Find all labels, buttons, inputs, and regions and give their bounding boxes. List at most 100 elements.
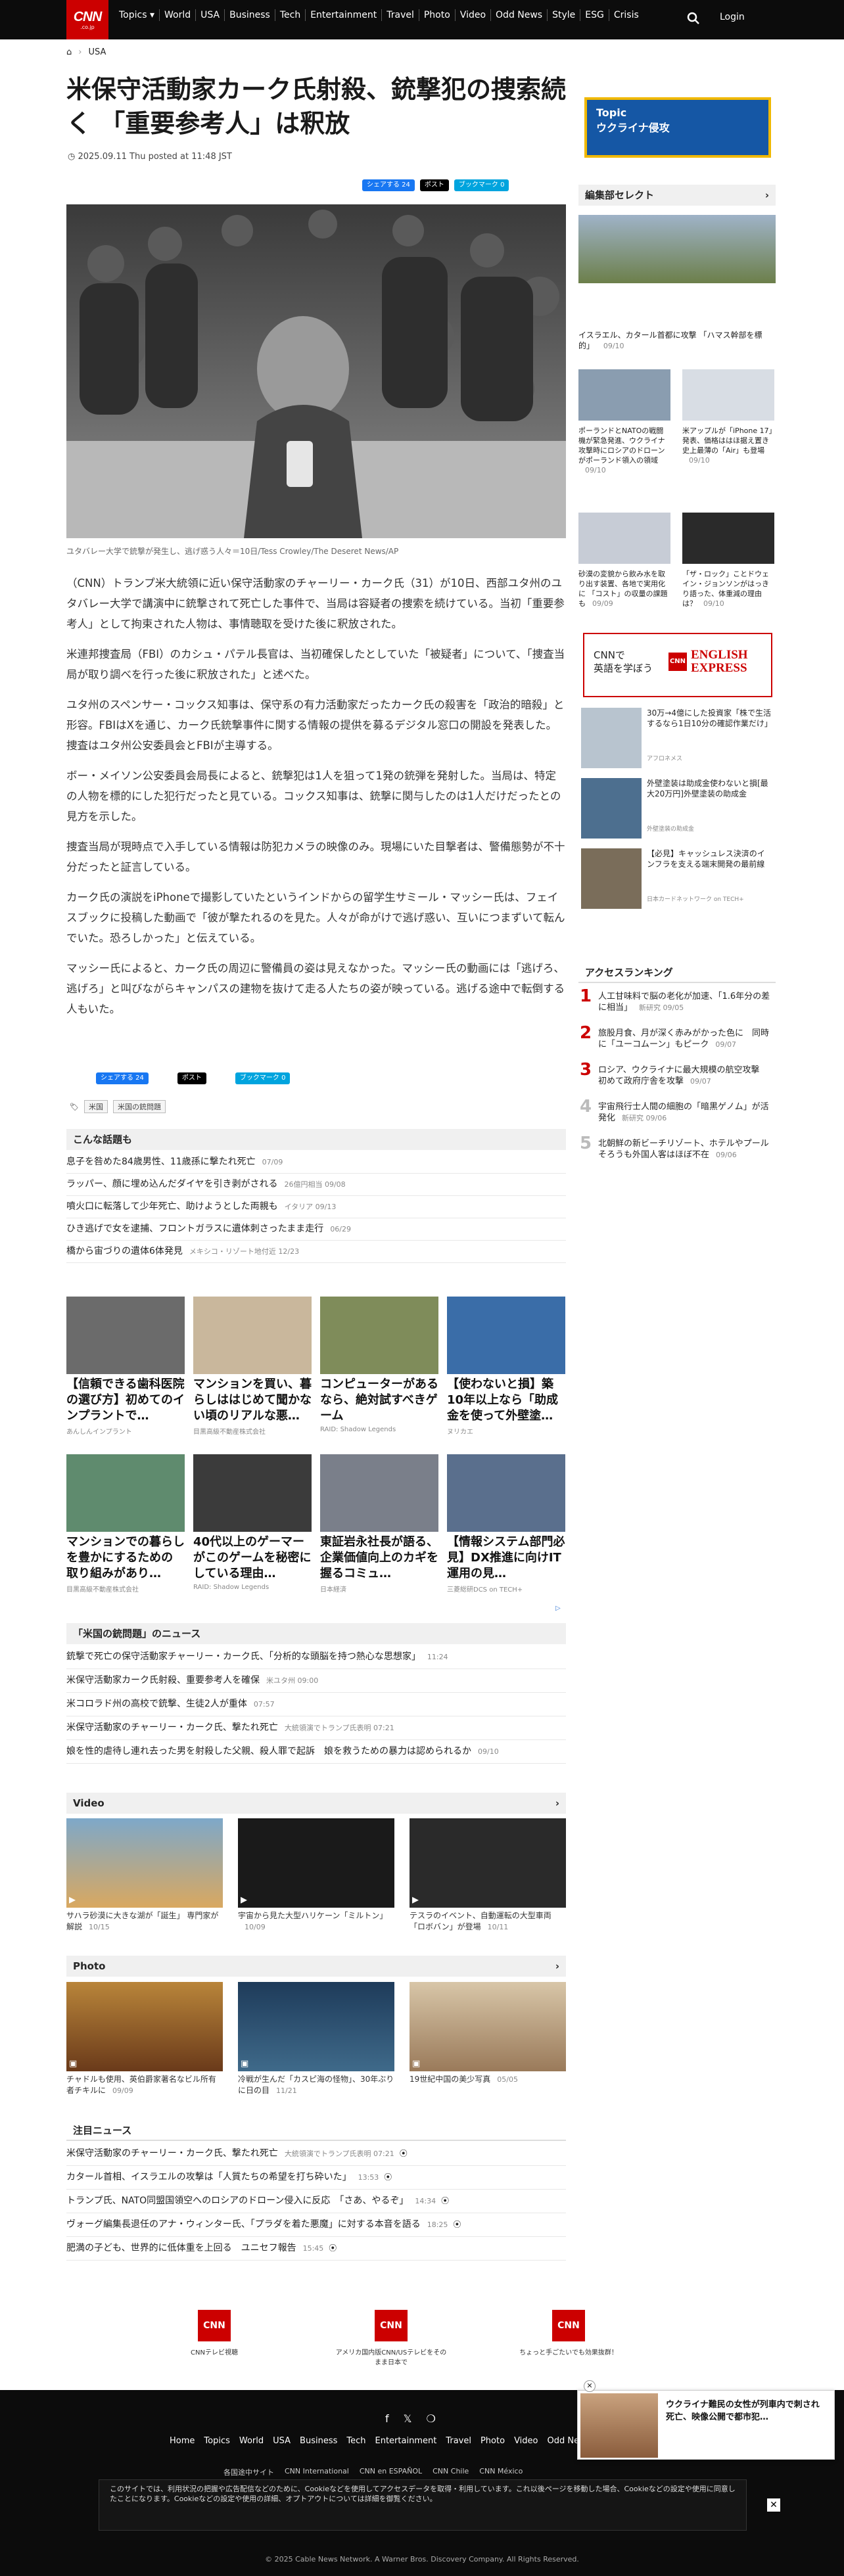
sponsored-card[interactable]: マンションを買い、暮らしははじめて聞かない頃のリアルな悪… 目黒高級不動産株式会社	[193, 1297, 312, 1436]
video-card[interactable]: ▶ テスラのイベント、自動運転の大型車両「ロボバン」が登場 10/11	[410, 1818, 566, 1933]
editors-headline[interactable]: 「ザ・ロック」ことドウェイン・ジョンソンがはっきり語った、体重減の理由は？ 09/…	[682, 569, 774, 609]
ranking-item[interactable]: 1 人工甘味料で脳の老化が加速、「1.6年分の差に相当」 新研究 09/05	[578, 988, 776, 1025]
nav-item[interactable]: Odd News	[491, 9, 548, 21]
facebook-icon[interactable]: f	[385, 2412, 389, 2425]
nav-item[interactable]: Topics ▾	[114, 9, 160, 21]
nav-item[interactable]: Business	[225, 9, 275, 21]
chevron-right-icon[interactable]: ›	[555, 1793, 559, 1814]
adchoices-icon[interactable]: ▷	[555, 1605, 561, 1612]
footer-link[interactable]: World	[239, 2436, 264, 2446]
footer-link[interactable]: Entertainment	[375, 2436, 437, 2446]
topic-banner[interactable]: Topic ウクライナ侵攻	[584, 97, 771, 158]
chevron-right-icon[interactable]: ›	[765, 185, 769, 206]
footer-link[interactable]: Photo	[481, 2436, 505, 2446]
list-item[interactable]: 肥満の子ども、世界的に低体重を上回る ユニセフ報告 15:45 ⦿	[66, 2237, 566, 2261]
editors-headline[interactable]: ポーランドとNATOの戦闘機が緊急発進、ウクライナ攻撃時にロシアのドローンがポー…	[578, 426, 670, 475]
nav-item[interactable]: World	[160, 9, 197, 21]
nav-item[interactable]: Crisis	[609, 9, 644, 21]
footer-link[interactable]: Home	[170, 2436, 195, 2446]
cnn-logo[interactable]: CNN .co.jp	[66, 0, 108, 39]
photo-card[interactable]: ▣ 冷戦が生んだ「カスピ海の怪物」、30年ぶりに日の目 11/21	[238, 1982, 394, 2096]
search-icon[interactable]	[686, 11, 701, 26]
login-link[interactable]: Login	[720, 12, 745, 22]
list-item[interactable]: トランプ氏、NATO同盟国領空へのロシアのドローン侵入に反応 「さあ、やるぞ」 1…	[66, 2190, 566, 2213]
edition-link[interactable]: CNN México	[479, 2467, 523, 2477]
x-icon[interactable]: 𝕏	[404, 2412, 412, 2425]
sponsored-card[interactable]: コンピューターがあるなら、絶対試すべきゲーム RAID: Shadow Legen…	[320, 1297, 438, 1433]
hatena-bookmark-button[interactable]: ブックマーク 0	[454, 179, 509, 191]
nav-item[interactable]: Photo	[419, 9, 456, 21]
close-icon[interactable]: ✕	[767, 2498, 780, 2512]
nav-item[interactable]: ESG	[580, 9, 609, 21]
list-item[interactable]: 米コロラド州の高校で銃撃、生徒2人が重体 07:57	[66, 1693, 566, 1716]
sidebar-ad[interactable]: 外壁塗装は助成金使わないと損[最大20万円]外壁塗装の助成金 外壁塗装の助成金	[578, 778, 776, 841]
editors-thumbnail[interactable]	[682, 513, 774, 564]
nav-item[interactable]: Video	[456, 9, 492, 21]
edition-link[interactable]: CNN International	[285, 2467, 349, 2477]
facebook-share-button[interactable]: シェアする 24	[362, 179, 415, 191]
list-item[interactable]: 息子を咎めた84歳男性、11歳孫に撃たれ死亡 07/09	[66, 1151, 566, 1174]
english-express-banner[interactable]: CNNで 英語を学ぼう CNN ENGLISH EXPRESS	[583, 633, 772, 697]
sponsored-card[interactable]: マンションでの暮らしを豊かにするための取り組みがあり… 目黒高級不動産株式会社	[66, 1454, 185, 1594]
sidebar-ad[interactable]: 【必見】キャッシュレス決済のインフラを支える端末開発の最前線 日本カードネットワー…	[578, 848, 776, 911]
editors-headline[interactable]: 砂漠の変貌から飲み水を取り出す装置、各地で実用化に 「コスト」の収量の課題も 09…	[578, 569, 670, 609]
sponsored-card[interactable]: 【情報システム部門必見】DX推進に向けIT運用の見… 三菱総研DCS on TEC…	[447, 1454, 565, 1594]
list-item[interactable]: ラッパー、顔に埋め込んだダイヤを引き剥がされる 26億円相当 09/08	[66, 1174, 566, 1196]
nav-item[interactable]: Style	[548, 9, 581, 21]
video-card[interactable]: ▶ サハラ砂漠に大きな湖が「誕生」 専門家が解説 10/15	[66, 1818, 223, 1933]
x-post-button-bottom[interactable]: ポスト	[177, 1072, 206, 1084]
hatena-bookmark-button-bottom[interactable]: ブックマーク 0	[235, 1072, 291, 1084]
facebook-share-button-bottom[interactable]: シェアする 24	[96, 1072, 149, 1084]
photo-card[interactable]: ▣ 19世紀中国の美少写真 05/05	[410, 1982, 566, 2085]
editors-main-image[interactable]	[578, 215, 776, 283]
chevron-right-icon[interactable]: ›	[555, 1956, 559, 1977]
x-post-button[interactable]: ポスト	[419, 179, 449, 191]
sponsored-card[interactable]: 【信頼できる歯科医院の選び方】初めてのインプラントで… あんしんインプラント	[66, 1297, 185, 1436]
editors-thumbnail[interactable]	[578, 513, 670, 564]
ranking-item[interactable]: 5 北朝鮮の新ビーチリゾート、ホテルやプールそろうも外国人客はほぼ不在 09/06	[578, 1135, 776, 1172]
footer-link[interactable]: Tech	[346, 2436, 365, 2446]
popup-close-icon[interactable]: ✕	[584, 2380, 596, 2392]
sponsored-card[interactable]: 【使わないと損】築10年以上なら「助成金を使って外壁塗… ヌリカエ	[447, 1297, 565, 1436]
video-card[interactable]: ▶ 宇宙から見た大型ハリケーン「ミルトン」10/09	[238, 1818, 394, 1933]
list-item[interactable]: 米保守活動家のチャーリー・カーク氏、撃たれ死亡 大統領演でトランプ氏表明 07:2…	[66, 1716, 566, 1740]
editors-thumbnail[interactable]	[682, 369, 774, 421]
editors-main-headline[interactable]: イスラエル、カタール首都に攻撃 「ハマス幹部を標的」 09/10	[578, 330, 776, 352]
nav-item[interactable]: USA	[196, 9, 225, 21]
promo-banner[interactable]: CNN CNNテレビ視聴	[158, 2310, 270, 2357]
edition-link[interactable]: CNN en ESPAÑOL	[360, 2467, 422, 2477]
list-item[interactable]: 噴火口に転落して少年死亡、助けようとした両親も イタリア 09/13	[66, 1196, 566, 1218]
rss-icon[interactable]: ❍	[427, 2412, 436, 2425]
promo-banner[interactable]: CNN ちょっと手ごたいでも効果抜群！	[513, 2310, 624, 2357]
editors-headline[interactable]: 米アップルが「iPhone 17」発表、価格ははほ据え置き 史上最薄の「Air」…	[682, 426, 776, 465]
edition-link[interactable]: CNN Chile	[433, 2467, 469, 2477]
home-icon[interactable]: ⌂	[66, 47, 72, 57]
video-popup[interactable]: ウクライナ難民の女性が列車内で刺され死亡、映像公開で都市犯…	[577, 2390, 835, 2460]
footer-link[interactable]: Topics	[204, 2436, 229, 2446]
nav-item[interactable]: Entertainment	[306, 9, 383, 21]
nav-item[interactable]: Tech	[275, 9, 306, 21]
list-item[interactable]: 米保守活動家のチャーリー・カーク氏、撃たれ死亡 大統領演でトランプ氏表明 07:2…	[66, 2142, 566, 2166]
footer-link[interactable]: Business	[300, 2436, 337, 2446]
list-item[interactable]: 米保守活動家カーク氏射殺、重要参考人を確保 米ユタ州 09:00	[66, 1669, 566, 1693]
footer-link[interactable]: Travel	[446, 2436, 471, 2446]
list-item[interactable]: 橋から宙づりの遺体6体発見 メキシコ・リゾート地付近 12/23	[66, 1241, 566, 1263]
breadcrumb-usa[interactable]: USA	[88, 47, 106, 57]
edition-link[interactable]: 各国途中サイト	[223, 2467, 274, 2477]
editors-thumbnail[interactable]	[578, 369, 670, 421]
list-item[interactable]: ひき逃げで女を逮捕、フロントガラスに遺体刺さったまま走行 06/29	[66, 1218, 566, 1241]
footer-link[interactable]: Video	[514, 2436, 538, 2446]
tag-link[interactable]: 米国	[83, 1100, 108, 1113]
ranking-item[interactable]: 2 旅股月食、月が深く赤みがかった色に 同時に「ユーコムーン」もピーク 09/07	[578, 1024, 776, 1062]
tag-link[interactable]: 米国の銃問題	[112, 1100, 166, 1113]
sponsored-card[interactable]: 40代以上のゲーマーがこのゲームを秘密にしている理由… RAID: Shadow …	[193, 1454, 312, 1591]
footer-link[interactable]: USA	[273, 2436, 291, 2446]
ranking-item[interactable]: 3 ロシア、ウクライナに最大規模の航空攻撃 初めて政府庁舎を攻撃 09/07	[578, 1061, 776, 1099]
promo-banner[interactable]: CNN アメリカ国内版CNN/USテレビをそのまま日本で	[335, 2310, 447, 2366]
list-item[interactable]: 娘を性的虐待し連れ去った男を射殺した父親、殺人罪で起訴 娘を救うための暴力は認め…	[66, 1740, 566, 1764]
nav-item[interactable]: Travel	[382, 9, 419, 21]
sponsored-card[interactable]: 東証岩永社長が語る、企業価値向上のカギを握るコミュ… 日本経済	[320, 1454, 438, 1594]
photo-card[interactable]: ▣ チャドルも使用、英伯爵家著名なビル所有者チキルに 09/09	[66, 1982, 223, 2096]
sidebar-ad[interactable]: 30万→4億にした投資家「株で生活するなら1日10分の確認作業だけ」 アフロネメス	[578, 708, 776, 771]
list-item[interactable]: ヴォーグ編集長退任のアナ・ウィンター氏、「プラダを着た悪魔」に対する本音を語る 1…	[66, 2213, 566, 2237]
